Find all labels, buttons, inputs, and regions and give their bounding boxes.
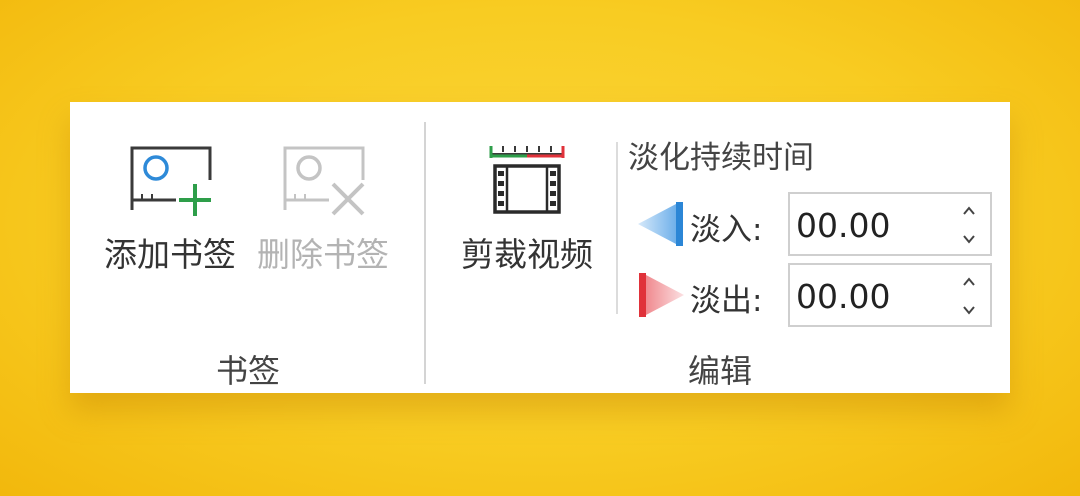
chevron-up-icon[interactable]: [956, 200, 982, 222]
delete-bookmark-icon: [283, 146, 367, 218]
fade-out-input[interactable]: [796, 273, 946, 319]
add-bookmark-button[interactable]: 添加书签: [95, 132, 245, 282]
fade-out-label: 淡出:: [690, 283, 763, 319]
ribbon-panel: 添加书签 删除书签 书签 剪裁视频 淡化持续时间 淡入: 00.00 淡出: 0…: [70, 102, 1010, 393]
edit-group-label: 编辑: [687, 352, 752, 390]
add-bookmark-icon: [130, 146, 214, 218]
chevron-up-icon[interactable]: [956, 271, 982, 293]
fade-out-icon: [639, 273, 684, 317]
fade-in-input[interactable]: [796, 202, 946, 248]
fade-in-label: 淡入:: [690, 212, 763, 248]
inner-separator: [616, 142, 618, 314]
fade-out-row: 淡出:: [636, 263, 996, 329]
fade-in-spin-arrows: [956, 198, 982, 252]
fade-out-spinbox: [788, 263, 992, 327]
add-bookmark-label: 添加书签: [104, 235, 236, 274]
bookmark-group-label: 书签: [215, 352, 280, 390]
fade-in-row: 淡入:: [636, 192, 996, 258]
fade-duration-title: 淡化持续时间: [628, 140, 814, 176]
trim-video-icon: [489, 146, 565, 214]
delete-bookmark-label: 删除书签: [257, 235, 389, 274]
chevron-down-icon[interactable]: [956, 228, 982, 250]
chevron-down-icon[interactable]: [956, 299, 982, 321]
fade-out-spin-arrows: [956, 269, 982, 323]
group-separator: [424, 122, 426, 384]
fade-in-icon: [638, 202, 683, 246]
delete-bookmark-button[interactable]: 删除书签: [248, 132, 398, 282]
fade-in-spinbox: [788, 192, 992, 256]
trim-video-button[interactable]: 剪裁视频: [452, 132, 602, 282]
trim-video-label: 剪裁视频: [461, 235, 593, 274]
